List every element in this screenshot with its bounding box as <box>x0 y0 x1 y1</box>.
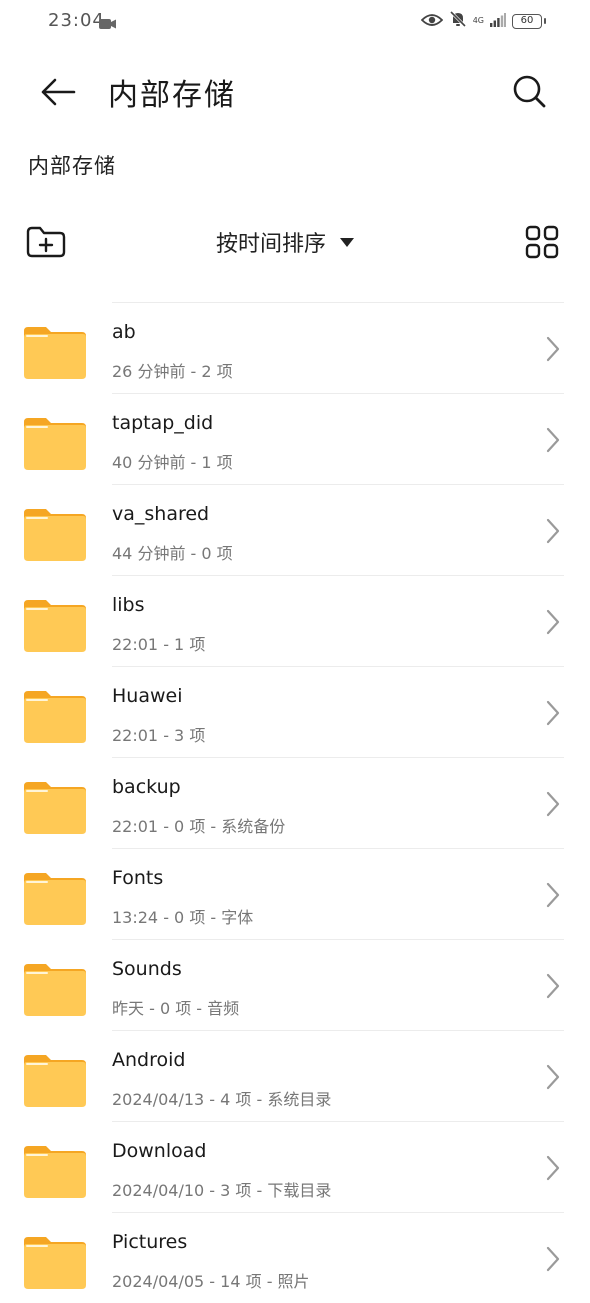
file-list-item[interactable]: taptap_did 40 分钟前 - 1 项 <box>24 393 564 484</box>
file-list-item[interactable]: Download 2024/04/10 - 3 项 - 下载目录 <box>24 1121 564 1212</box>
back-button[interactable] <box>36 72 80 112</box>
file-meta: 昨天 - 0 项 - 音频 <box>112 999 240 1018</box>
file-meta: 26 分钟前 - 2 项 <box>112 362 233 381</box>
chevron-right-icon <box>546 700 560 726</box>
folder-icon <box>24 1237 86 1289</box>
file-name: Download <box>112 1140 207 1162</box>
file-list-item[interactable]: libs 22:01 - 1 项 <box>24 575 564 666</box>
file-meta: 22:01 - 1 项 <box>112 635 206 654</box>
folder-icon <box>24 600 86 652</box>
file-name: Sounds <box>112 958 182 980</box>
file-name: Huawei <box>112 685 183 707</box>
chevron-right-icon <box>546 427 560 453</box>
file-meta: 22:01 - 3 项 <box>112 726 206 745</box>
folder-icon <box>24 418 86 470</box>
folder-icon <box>24 1055 86 1107</box>
caret-down-icon <box>340 237 355 247</box>
sort-label: 按时间排序 <box>216 232 327 257</box>
file-name: Android <box>112 1049 186 1071</box>
chevron-right-icon <box>546 609 560 635</box>
file-meta: 44 分钟前 - 0 项 <box>112 544 233 563</box>
folder-add-icon <box>26 226 66 258</box>
folder-icon <box>24 873 86 925</box>
file-name: Fonts <box>112 867 164 889</box>
app-bar: 内部存储 <box>0 56 590 128</box>
grid-view-button[interactable] <box>520 220 564 264</box>
screen-record-icon <box>99 15 117 34</box>
file-list-item[interactable]: Huawei 22:01 - 3 项 <box>24 666 564 757</box>
file-name: va_shared <box>112 503 210 525</box>
file-list-item[interactable]: va_shared 44 分钟前 - 0 项 <box>24 484 564 575</box>
file-list-item[interactable]: ab 26 分钟前 - 2 项 <box>24 302 564 393</box>
file-list-item[interactable]: Pictures 2024/04/05 - 14 项 - 照片 <box>24 1212 564 1303</box>
file-name: Pictures <box>112 1231 188 1253</box>
folder-icon <box>24 509 86 561</box>
chevron-right-icon <box>546 1064 560 1090</box>
signal-icon <box>490 12 506 31</box>
folder-icon <box>24 691 86 743</box>
file-list-item[interactable]: Fonts 13:24 - 0 项 - 字体 <box>24 848 564 939</box>
status-bar: 23:04 4G 60 <box>0 0 590 44</box>
breadcrumb[interactable]: 内部存储 <box>28 150 116 180</box>
file-list-item[interactable]: Sounds 昨天 - 0 项 - 音频 <box>24 939 564 1030</box>
file-name: taptap_did <box>112 412 214 434</box>
page-title: 内部存储 <box>108 78 236 113</box>
search-icon <box>513 75 546 108</box>
file-meta: 22:01 - 0 项 - 系统备份 <box>112 817 286 836</box>
chevron-right-icon <box>546 336 560 362</box>
chevron-right-icon <box>546 518 560 544</box>
arrow-left-icon <box>41 78 76 106</box>
folder-icon <box>24 964 86 1016</box>
file-list: ab 26 分钟前 - 2 项 taptap_did 40 分钟前 - 1 项 … <box>0 302 590 1303</box>
battery-indicator: 60 <box>512 13 546 29</box>
file-meta: 2024/04/13 - 4 项 - 系统目录 <box>112 1090 332 1109</box>
new-folder-button[interactable] <box>24 220 68 264</box>
file-meta: 2024/04/10 - 3 项 - 下载目录 <box>112 1181 332 1200</box>
file-list-item[interactable]: Android 2024/04/13 - 4 项 - 系统目录 <box>24 1030 564 1121</box>
grid-icon <box>525 225 559 259</box>
toolbar: 按时间排序 <box>0 214 590 270</box>
chevron-right-icon <box>546 1246 560 1272</box>
file-name: ab <box>112 321 136 343</box>
folder-icon <box>24 327 86 379</box>
folder-icon <box>24 1146 86 1198</box>
mute-bell-icon <box>449 10 467 32</box>
file-name: libs <box>112 594 145 616</box>
status-time: 23:04 <box>48 10 105 31</box>
chevron-right-icon <box>546 882 560 908</box>
status-icons: 4G 60 <box>420 10 546 32</box>
chevron-right-icon <box>546 791 560 817</box>
file-name: backup <box>112 776 181 798</box>
network-type-label: 4G <box>472 16 484 25</box>
file-meta: 2024/04/05 - 14 项 - 照片 <box>112 1272 310 1291</box>
file-meta: 40 分钟前 - 1 项 <box>112 453 233 472</box>
sort-dropdown[interactable]: 按时间排序 <box>216 224 355 260</box>
folder-icon <box>24 782 86 834</box>
file-meta: 13:24 - 0 项 - 字体 <box>112 908 254 927</box>
eye-icon <box>420 12 443 31</box>
chevron-right-icon <box>546 973 560 999</box>
search-button[interactable] <box>508 70 552 114</box>
file-list-item[interactable]: backup 22:01 - 0 项 - 系统备份 <box>24 757 564 848</box>
chevron-right-icon <box>546 1155 560 1181</box>
